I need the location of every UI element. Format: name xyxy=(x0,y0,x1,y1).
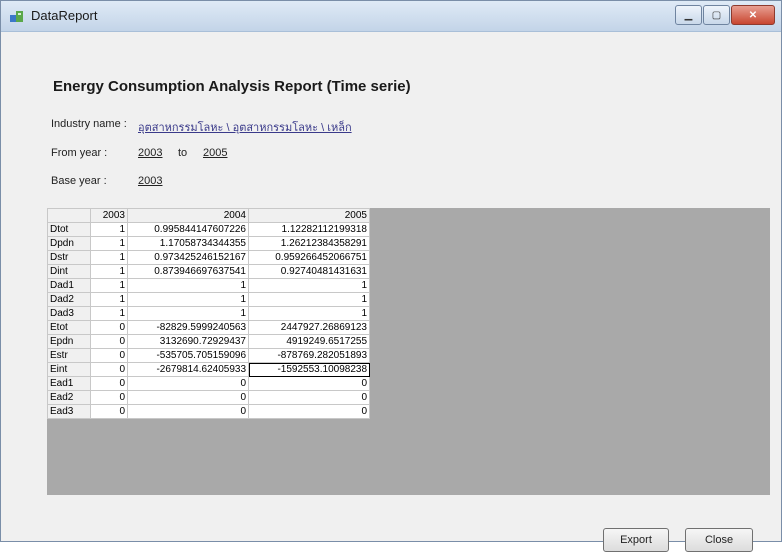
table-row[interactable]: Dad3 1 1 1 xyxy=(47,306,370,321)
table-cell[interactable]: 0 xyxy=(127,376,249,391)
row-header[interactable]: Dpdn xyxy=(47,236,91,251)
table-row[interactable]: Estr 0 -535705.705159096 -878769.282051893 xyxy=(47,348,370,363)
table-cell[interactable]: -2679814.62405933 xyxy=(127,362,249,377)
table-cell[interactable]: 1 xyxy=(90,222,128,237)
form-client-area: Energy Consumption Analysis Report (Time… xyxy=(1,32,781,552)
table-header-row: 2003 2004 2005 xyxy=(47,208,370,223)
row-header[interactable]: Epdn xyxy=(47,334,91,349)
column-header[interactable]: 2005 xyxy=(248,208,370,223)
table-cell[interactable]: 0 xyxy=(90,376,128,391)
table-row[interactable]: Ead3 0 0 0 xyxy=(47,404,370,419)
table-cell[interactable]: 0 xyxy=(90,362,128,377)
table-row[interactable]: Dpdn 1 1.17058734344355 1.26212384358291 xyxy=(47,236,370,251)
table-cell[interactable]: 1 xyxy=(90,250,128,265)
table-row[interactable]: Ead2 0 0 0 xyxy=(47,390,370,405)
table-cell[interactable]: 1.26212384358291 xyxy=(248,236,370,251)
maximize-button[interactable]: ▢ xyxy=(703,5,730,25)
table-cell[interactable]: 1 xyxy=(90,278,128,293)
table-cell[interactable]: 4919249.6517255 xyxy=(248,334,370,349)
table-cell[interactable]: 3132690.72929437 xyxy=(127,334,249,349)
table-cell[interactable]: 0 xyxy=(127,404,249,419)
close-button[interactable]: Close xyxy=(685,528,753,552)
table-cell[interactable]: 1.17058734344355 xyxy=(127,236,249,251)
row-header[interactable]: Dtot xyxy=(47,222,91,237)
row-header[interactable]: Eint xyxy=(47,362,91,377)
from-year-value: 2003 xyxy=(138,147,163,159)
table-row[interactable]: Dstr 1 0.973425246152167 0.959266452066751 xyxy=(47,250,370,265)
corner-header[interactable] xyxy=(47,208,91,223)
table-cell[interactable]: 0 xyxy=(90,348,128,363)
table-cell[interactable]: 1 xyxy=(127,306,249,321)
table-row[interactable]: Dint 1 0.873946697637541 0.92740481431631 xyxy=(47,264,370,279)
table-cell[interactable]: 0 xyxy=(248,376,370,391)
table-cell[interactable]: 1 xyxy=(127,292,249,307)
table-cell[interactable]: 0.995844147607226 xyxy=(127,222,249,237)
table-cell[interactable]: 0 xyxy=(248,390,370,405)
table-cell[interactable]: 0.973425246152167 xyxy=(127,250,249,265)
minimize-icon: ▁ xyxy=(684,9,693,21)
table-cell[interactable]: 0.873946697637541 xyxy=(127,264,249,279)
row-header[interactable]: Etot xyxy=(47,320,91,335)
row-header[interactable]: Ead3 xyxy=(47,404,91,419)
from-year-label: From year : xyxy=(51,147,108,159)
table-cell[interactable]: 2447927.26869123 xyxy=(248,320,370,335)
table-cell[interactable]: 0 xyxy=(90,390,128,405)
report-title: Energy Consumption Analysis Report (Time… xyxy=(53,78,411,95)
table-row[interactable]: Dtot 1 0.995844147607226 1.12282112199318 xyxy=(47,222,370,237)
table-row[interactable]: Eint 0 -2679814.62405933 -1592553.10098238 xyxy=(47,362,370,377)
table-cell[interactable]: 1 xyxy=(248,306,370,321)
minimize-button[interactable]: ▁ xyxy=(675,5,702,25)
row-header[interactable]: Ead2 xyxy=(47,390,91,405)
table-cell[interactable]: -878769.282051893 xyxy=(248,348,370,363)
column-header[interactable]: 2004 xyxy=(127,208,249,223)
row-header[interactable]: Dint xyxy=(47,264,91,279)
table-cell[interactable]: 1 xyxy=(248,278,370,293)
table-cell[interactable]: 1 xyxy=(90,264,128,279)
table-cell[interactable]: 1.12282112199318 xyxy=(248,222,370,237)
table-row[interactable]: Epdn 0 3132690.72929437 4919249.6517255 xyxy=(47,334,370,349)
maximize-icon: ▢ xyxy=(711,9,722,21)
column-header[interactable]: 2003 xyxy=(90,208,128,223)
base-year-label: Base year : xyxy=(51,175,107,187)
data-table: 2003 2004 2005 Dtot 1 0.995844147607226 1.1… xyxy=(47,208,370,419)
table-cell[interactable]: 0 xyxy=(90,334,128,349)
table-row[interactable]: Dad1 1 1 1 xyxy=(47,278,370,293)
industry-name-label: Industry name : xyxy=(51,118,127,130)
to-label: to xyxy=(178,147,188,159)
title-bar[interactable]: DataReport ▁ ▢ ✕ xyxy=(1,1,781,32)
window-title: DataReport xyxy=(31,8,98,23)
industry-name-value: อุตสาหกรรมโลหะ \ อุตสาหกรรมโลหะ \ เหล็ก xyxy=(138,122,352,134)
row-header[interactable]: Ead1 xyxy=(47,376,91,391)
close-icon: ✕ xyxy=(748,9,758,21)
table-cell[interactable]: 1 xyxy=(127,278,249,293)
row-header[interactable]: Dad3 xyxy=(47,306,91,321)
table-cell[interactable]: 1 xyxy=(248,292,370,307)
table-cell[interactable]: 1 xyxy=(90,236,128,251)
table-cell[interactable]: 0 xyxy=(90,404,128,419)
table-cell[interactable]: 0.959266452066751 xyxy=(248,250,370,265)
row-header[interactable]: Dstr xyxy=(47,250,91,265)
table-cell[interactable]: 1 xyxy=(90,292,128,307)
close-window-button[interactable]: ✕ xyxy=(731,5,775,25)
data-grid-view[interactable]: 2003 2004 2005 Dtot 1 0.995844147607226 1.1… xyxy=(47,208,770,495)
table-cell[interactable]: 1 xyxy=(90,306,128,321)
table-cell[interactable]: -535705.705159096 xyxy=(127,348,249,363)
export-button[interactable]: Export xyxy=(603,528,669,552)
table-cell[interactable]: 0 xyxy=(90,320,128,335)
data-report-window: DataReport ▁ ▢ ✕ Energy Consumption Anal… xyxy=(0,0,782,552)
table-cell[interactable]: 0 xyxy=(248,404,370,419)
row-header[interactable]: Estr xyxy=(47,348,91,363)
table-row[interactable]: Etot 0 -82829.5999240563 2447927.26869123 xyxy=(47,320,370,335)
report-icon xyxy=(10,11,23,22)
row-header[interactable]: Dad1 xyxy=(47,278,91,293)
base-year-value: 2003 xyxy=(138,175,163,187)
to-year-value: 2005 xyxy=(203,147,228,159)
table-cell[interactable]: 0 xyxy=(127,390,249,405)
row-header[interactable]: Dad2 xyxy=(47,292,91,307)
table-cell[interactable]: -82829.5999240563 xyxy=(127,320,249,335)
table-cell[interactable]: 0.92740481431631 xyxy=(248,264,370,279)
table-row[interactable]: Ead1 0 0 0 xyxy=(47,376,370,391)
table-row[interactable]: Dad2 1 1 1 xyxy=(47,292,370,307)
table-cell[interactable]: -1592553.10098238 xyxy=(248,362,370,377)
